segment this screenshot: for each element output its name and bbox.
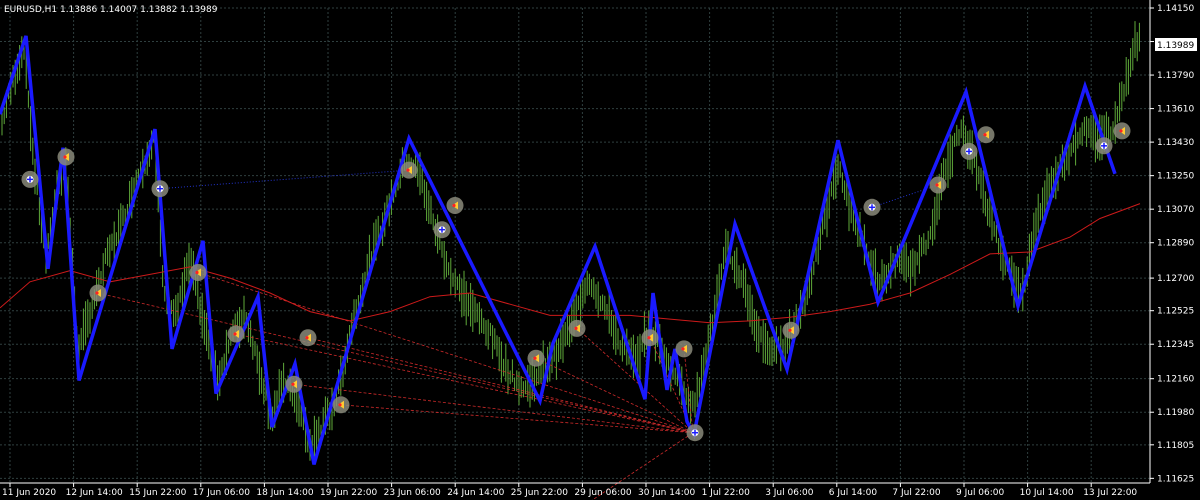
signal-dot <box>195 270 199 275</box>
signal-dot <box>305 336 309 340</box>
buy-signal-icon[interactable] <box>21 170 39 188</box>
signal-dot <box>647 336 651 340</box>
price-tick-label: 1.13070 <box>1157 205 1194 215</box>
signal-dot <box>1119 129 1123 133</box>
time-tick-label: 9 Jul 06:00 <box>956 488 1005 498</box>
signal-dot <box>788 328 792 332</box>
current-price-badge: 1.13989 <box>1155 38 1197 51</box>
signal-dot <box>452 203 456 208</box>
price-tick-label: 1.11805 <box>1157 441 1194 451</box>
sell-signal-icon[interactable] <box>977 126 995 144</box>
time-tick-label: 18 Jun 14:00 <box>256 488 313 498</box>
sell-signal-icon[interactable] <box>400 161 418 179</box>
sell-signal-icon[interactable] <box>929 176 947 194</box>
sell-signal-icon[interactable] <box>446 197 464 214</box>
time-tick-label: 19 Jun 22:00 <box>320 488 377 498</box>
buy-signal-icon[interactable] <box>1095 137 1113 155</box>
price-axis[interactable]: 1.141501.139701.137901.136101.134301.132… <box>1149 0 1194 484</box>
time-tick-label: 15 Jun 22:00 <box>129 488 186 498</box>
time-tick-label: 7 Jul 22:00 <box>892 488 941 498</box>
sell-signal-icon[interactable] <box>299 329 317 347</box>
signal-dot <box>935 183 939 187</box>
signal-dot <box>574 326 578 330</box>
price-tick-label: 1.11980 <box>1157 408 1194 418</box>
chart-title: EURUSD,H1 1.13886 1.14007 1.13882 1.1398… <box>4 5 218 15</box>
sell-signal-icon[interactable] <box>332 396 350 414</box>
buy-signal-icon[interactable] <box>151 180 169 198</box>
time-tick-label: 24 Jun 14:00 <box>447 488 504 498</box>
price-tick-label: 1.12890 <box>1157 239 1194 249</box>
price-tick-label: 1.13610 <box>1157 105 1194 115</box>
price-tick-label: 1.14150 <box>1157 4 1194 14</box>
sell-signal-icon[interactable] <box>57 148 75 166</box>
time-tick-label: 17 Jun 06:00 <box>193 488 250 498</box>
sell-signal-icon[interactable] <box>675 340 693 358</box>
price-tick-label: 1.13790 <box>1157 71 1194 81</box>
time-tick-label: 13 Jul 22:00 <box>1083 488 1137 498</box>
price-tick-label: 1.12525 <box>1157 307 1194 317</box>
sell-signal-icon[interactable] <box>782 321 800 339</box>
time-tick-label: 25 Jun 22:00 <box>511 488 568 498</box>
buy-signal-icon[interactable] <box>863 198 881 216</box>
signal-dot <box>63 155 67 159</box>
price-tick-label: 1.13430 <box>1157 138 1194 148</box>
price-tick-label: 1.13250 <box>1157 172 1194 182</box>
signal-dot <box>406 168 410 172</box>
time-tick-label: 6 Jul 14:00 <box>829 488 878 498</box>
signal-dot <box>533 356 537 360</box>
sell-signal-icon[interactable] <box>89 284 107 302</box>
sell-signal-icon[interactable] <box>568 319 586 337</box>
signal-dot <box>983 133 987 137</box>
buy-signal-icon[interactable] <box>686 424 704 442</box>
sell-signal-icon[interactable] <box>227 325 245 343</box>
time-tick-label: 1 Jul 22:00 <box>702 488 751 498</box>
current-price-label: 1.13989 <box>1157 41 1194 51</box>
signal-dot <box>233 332 237 336</box>
price-chart[interactable]: 1.141501.139701.137901.136101.134301.132… <box>0 0 1200 500</box>
signal-dot <box>291 382 295 386</box>
time-tick-label: 11 Jun 2020 <box>2 488 56 498</box>
buy-signal-icon[interactable] <box>433 221 451 239</box>
time-tick-label: 29 Jun 06:00 <box>574 488 631 498</box>
buy-signal-icon[interactable] <box>960 142 978 160</box>
time-tick-label: 3 Jul 06:00 <box>765 488 814 498</box>
sell-signal-icon[interactable] <box>189 264 207 281</box>
sell-signal-icon[interactable] <box>1113 122 1131 140</box>
price-tick-label: 1.12700 <box>1157 274 1194 284</box>
time-tick-label: 10 Jul 14:00 <box>1020 488 1074 498</box>
time-tick-label: 12 Jun 14:00 <box>66 488 123 498</box>
sell-signal-icon[interactable] <box>641 329 659 347</box>
signal-dot <box>338 403 342 407</box>
sell-signal-icon[interactable] <box>527 349 545 367</box>
time-tick-label: 30 Jun 14:00 <box>638 488 695 498</box>
price-tick-label: 1.11625 <box>1157 474 1194 484</box>
signal-dot <box>681 347 685 351</box>
price-tick-label: 1.12345 <box>1157 340 1194 350</box>
sell-signal-icon[interactable] <box>285 375 303 393</box>
signal-dot <box>95 291 99 295</box>
time-tick-label: 23 Jun 06:00 <box>384 488 441 498</box>
price-tick-label: 1.12160 <box>1157 375 1194 385</box>
